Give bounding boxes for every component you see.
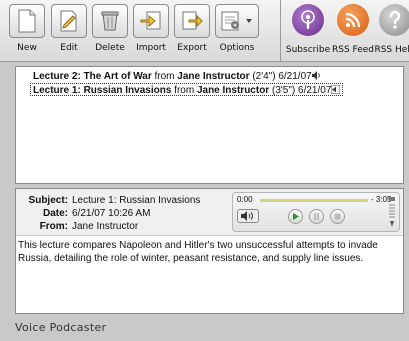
- import-button[interactable]: Import: [131, 4, 171, 58]
- lecture-date: 6/21/07: [298, 85, 332, 96]
- lecture-description: This lecture compares Napoleon and Hitle…: [18, 240, 378, 264]
- audio-player: 0:00 - 3:05: [232, 192, 400, 232]
- lecture-date: 6/21/07: [278, 71, 312, 82]
- elapsed-time: 0:00: [237, 195, 253, 204]
- list-item[interactable]: Lecture 2: The Art of War from Jane Inst…: [31, 70, 323, 83]
- list-item-selected[interactable]: Lecture 1: Russian Invasions from Jane I…: [30, 83, 344, 96]
- rss-feed-button[interactable]: RSS Feed: [329, 4, 377, 55]
- lecture-duration: (3'5"): [271, 85, 296, 96]
- delete-button-label: Delete: [95, 43, 125, 53]
- podcast-icon: [292, 4, 324, 36]
- subject-value: Lecture 1: Russian Invasions: [72, 195, 201, 206]
- rss-help-button-label: RSS Help: [374, 45, 409, 55]
- speaker-icon: [241, 211, 253, 221]
- from-word: from: [174, 85, 195, 96]
- play-button[interactable]: [288, 209, 303, 224]
- pause-button[interactable]: [309, 209, 324, 224]
- lecture-author: Jane Instructor: [196, 85, 270, 96]
- rss-help-button[interactable]: RSS Help: [371, 4, 409, 55]
- options-button-label: Options: [219, 43, 255, 53]
- toolbar: New Edit Delete Import Export Options Su…: [0, 0, 409, 62]
- subject-label: Subject:: [28, 195, 68, 206]
- help-question-icon: [379, 4, 409, 36]
- delete-button[interactable]: Delete: [90, 4, 130, 58]
- play-icon: [293, 213, 299, 220]
- new-button[interactable]: New: [7, 4, 47, 58]
- lecture-author: Jane Instructor: [177, 71, 250, 82]
- date-value: 6/21/07 10:26 AM: [72, 208, 151, 219]
- import-button-label: Import: [136, 43, 166, 53]
- progress-track[interactable]: [260, 199, 368, 202]
- subscribe-button-label: Subscribe: [285, 45, 331, 55]
- subject-row: Subject: Lecture 1: Russian Invasions: [18, 195, 201, 206]
- speaker-icon: [331, 85, 341, 94]
- stop-button[interactable]: [330, 209, 345, 224]
- export-button-label: Export: [177, 43, 207, 53]
- edit-button[interactable]: Edit: [49, 4, 89, 58]
- export-button[interactable]: Export: [172, 4, 212, 58]
- options-button[interactable]: Options: [213, 4, 261, 58]
- export-icon: [182, 11, 203, 30]
- date-label: Date:: [42, 208, 68, 219]
- new-button-label: New: [17, 43, 37, 53]
- volume-button[interactable]: [237, 209, 259, 223]
- pause-icon: [314, 213, 319, 220]
- lecture-list: Lecture 2: The Art of War from Jane Inst…: [15, 66, 404, 184]
- level-meter-icon: [387, 197, 397, 229]
- app-name: Voice Podcaster: [15, 321, 107, 334]
- lecture-detail: Subject: Lecture 1: Russian Invasions Dat…: [15, 188, 404, 314]
- toolbar-separator: [280, 0, 281, 62]
- lecture-duration: (2'4"): [252, 71, 276, 82]
- speaker-icon: [311, 71, 320, 80]
- edit-button-label: Edit: [60, 43, 78, 53]
- from-label: From:: [39, 221, 68, 232]
- subscribe-button[interactable]: Subscribe: [284, 4, 332, 55]
- rss-feed-button-label: RSS Feed: [331, 45, 374, 55]
- detail-header: Subject: Lecture 1: Russian Invasions Dat…: [16, 189, 403, 236]
- new-document-icon: [18, 9, 36, 33]
- from-value: Jane Instructor: [72, 221, 139, 232]
- options-gear-icon: [221, 11, 252, 31]
- stop-icon: [334, 213, 341, 220]
- lecture-title: Lecture 2: The Art of War: [33, 71, 152, 82]
- trash-icon: [101, 11, 119, 31]
- date-row: Date: 6/21/07 10:26 AM: [18, 208, 150, 219]
- from-row: From: Jane Instructor: [18, 221, 139, 232]
- rss-icon: [337, 4, 369, 36]
- from-word: from: [154, 71, 175, 82]
- lecture-title: Lecture 1: Russian Invasions: [33, 85, 172, 96]
- import-icon: [140, 11, 161, 30]
- edit-pencil-icon: [60, 10, 77, 32]
